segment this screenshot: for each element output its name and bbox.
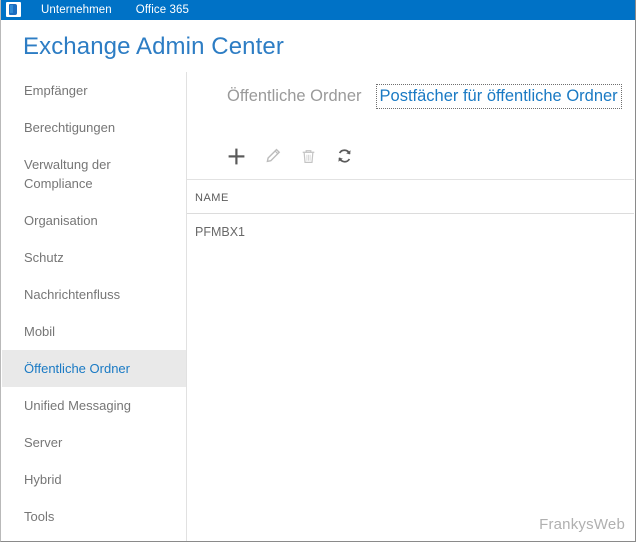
- sidebar-item-oeffentliche-ordner[interactable]: Öffentliche Ordner: [2, 350, 186, 387]
- page-title: Exchange Admin Center: [23, 33, 284, 60]
- tab-strip: Öffentliche Ordner Postfächer für öffent…: [187, 72, 634, 109]
- sidebar-item-server[interactable]: Server: [2, 424, 186, 461]
- trash-icon: [302, 149, 314, 163]
- grid-header-row: NAME: [187, 180, 634, 214]
- watermark: FrankysWeb: [539, 516, 625, 533]
- sidebar-item-berechtigungen[interactable]: Berechtigungen: [2, 109, 186, 146]
- public-folder-mailboxes-grid: NAME PFMBX1: [187, 179, 634, 250]
- suitebar-link-unternehmen[interactable]: Unternehmen: [35, 0, 118, 25]
- plus-icon: [228, 148, 244, 164]
- grid-toolbar: [187, 107, 634, 171]
- edit-button[interactable]: [261, 145, 283, 167]
- sidebar-item-hybrid[interactable]: Hybrid: [2, 461, 186, 498]
- sidebar-item-unified-messaging[interactable]: Unified Messaging: [2, 387, 186, 424]
- tab-oeffentliche-ordner[interactable]: Öffentliche Ordner: [225, 86, 364, 107]
- sidebar-item-empfaenger[interactable]: Empfänger: [2, 72, 186, 109]
- exchange-admin-center-window: Unternehmen Office 365 Exchange Admin Ce…: [0, 0, 636, 542]
- table-row[interactable]: PFMBX1: [187, 214, 634, 250]
- grid-column-name[interactable]: NAME: [195, 192, 229, 204]
- sidebar-item-organisation[interactable]: Organisation: [2, 202, 186, 239]
- sidebar-item-nachrichtenfluss[interactable]: Nachrichtenfluss: [2, 276, 186, 313]
- main-content: Öffentliche Ordner Postfächer für öffent…: [187, 72, 634, 541]
- suite-bar: Unternehmen Office 365: [1, 0, 635, 25]
- sidebar-item-verwaltung-der-compliance[interactable]: Verwaltung der Compliance: [2, 146, 186, 202]
- delete-button[interactable]: [297, 145, 319, 167]
- sidebar-item-mobil[interactable]: Mobil: [2, 313, 186, 350]
- office-logo-icon[interactable]: [6, 1, 23, 19]
- refresh-icon: [337, 148, 351, 163]
- grid-cell-name: PFMBX1: [195, 225, 246, 239]
- sidebar: Empfänger Berechtigungen Verwaltung der …: [2, 72, 187, 541]
- sidebar-item-schutz[interactable]: Schutz: [2, 239, 186, 276]
- pencil-icon: [266, 148, 280, 162]
- sidebar-item-tools[interactable]: Tools: [2, 498, 186, 535]
- tab-postfaecher-fuer-oeffentliche-ordner[interactable]: Postfächer für öffentliche Ordner: [375, 84, 622, 109]
- refresh-button[interactable]: [333, 145, 355, 167]
- suitebar-link-office365[interactable]: Office 365: [130, 0, 195, 20]
- add-button[interactable]: [225, 145, 247, 167]
